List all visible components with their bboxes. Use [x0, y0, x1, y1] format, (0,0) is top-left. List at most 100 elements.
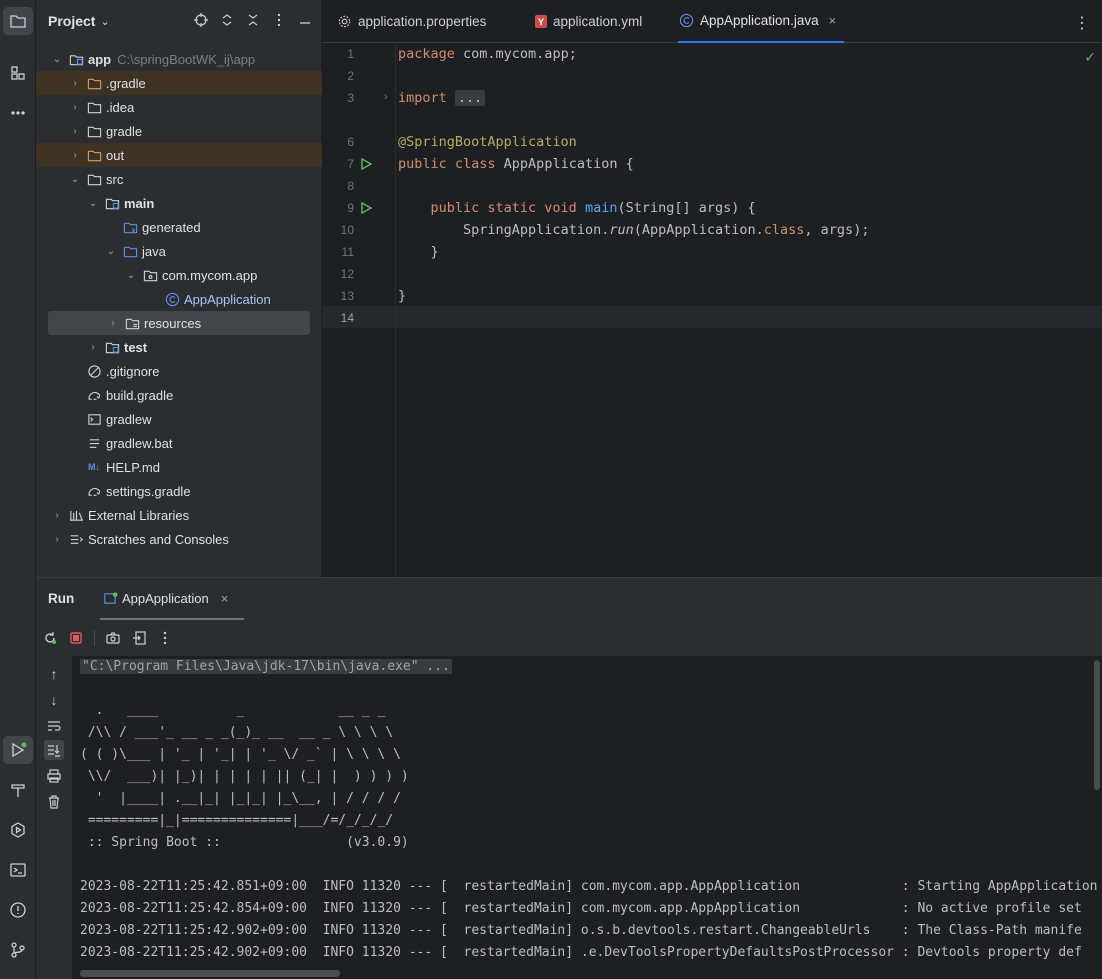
tree-item-gradlew-bat[interactable]: gradlew.bat — [36, 431, 322, 455]
more-tools-icon[interactable] — [3, 99, 33, 127]
more-options-icon[interactable] — [157, 630, 173, 646]
services-tool-icon[interactable] — [3, 816, 33, 844]
git-tool-icon[interactable] — [3, 936, 33, 964]
chevron-right-icon[interactable]: › — [68, 148, 82, 162]
print-icon[interactable] — [44, 766, 64, 786]
tree-item-label: HELP.md — [106, 459, 160, 475]
tree-item-generated[interactable]: generated — [36, 215, 322, 239]
chevron-down-icon[interactable]: ⌄ — [68, 172, 82, 186]
tree-item-settings-gradle[interactable]: settings.gradle — [36, 479, 322, 503]
run-toolbar — [36, 620, 1102, 656]
tree-item-external-libraries[interactable]: › External Libraries — [36, 503, 322, 527]
arrow-down-icon[interactable]: ↓ — [44, 690, 64, 710]
run-config-tab[interactable]: AppApplication × — [100, 578, 244, 620]
code-editor[interactable]: 1 2 3 6 7 8 9 10 11 12 13 14 › ✓ package… — [322, 43, 1102, 577]
console-output[interactable]: "C:\Program Files\Java\jdk-17\bin\java.e… — [80, 656, 1102, 979]
horizontal-scrollbar[interactable] — [80, 970, 340, 977]
arrow-up-icon[interactable]: ↑ — [44, 664, 64, 684]
chevron-right-icon[interactable]: › — [50, 532, 64, 546]
tree-item-gradle-hidden[interactable]: › .gradle — [36, 71, 322, 95]
problems-tool-icon[interactable] — [3, 896, 33, 924]
tree-item-src[interactable]: ⌄ src — [36, 167, 322, 191]
run-tab-label: AppApplication — [122, 590, 209, 606]
tree-item-idea[interactable]: › .idea — [36, 95, 322, 119]
stop-icon[interactable] — [68, 630, 84, 646]
library-icon — [68, 507, 84, 523]
trash-icon[interactable] — [44, 792, 64, 812]
structure-tool-icon[interactable] — [3, 59, 33, 87]
module-folder-icon — [68, 51, 84, 67]
tree-item-scratches[interactable]: › Scratches and Consoles — [36, 527, 322, 551]
folder-icon — [86, 171, 102, 187]
tree-item-package[interactable]: ⌄ com.mycom.app — [36, 263, 322, 287]
toolbar-separator — [94, 630, 95, 646]
tree-item-test[interactable]: › test — [36, 335, 322, 359]
close-icon[interactable]: × — [221, 591, 229, 606]
folder-icon — [86, 99, 102, 115]
tree-item-gradlew[interactable]: gradlew — [36, 407, 322, 431]
console-line: "C:\Program Files\Java\jdk-17\bin\java.e… — [80, 656, 452, 678]
tree-item-help-md[interactable]: M↓ HELP.md — [36, 455, 322, 479]
soft-wrap-icon[interactable] — [44, 716, 64, 736]
more-options-icon[interactable] — [271, 12, 287, 28]
chevron-right-icon[interactable]: › — [68, 76, 82, 90]
chevron-down-icon[interactable]: ⌄ — [104, 244, 118, 258]
camera-icon[interactable] — [105, 630, 121, 646]
tab-appapplication-java[interactable]: AppApplication.java × — [678, 0, 845, 43]
project-panel-title[interactable]: Project — [48, 13, 95, 29]
scroll-to-end-icon[interactable] — [44, 740, 64, 760]
chevron-down-icon[interactable]: ⌄ — [100, 15, 109, 28]
chevron-right-icon[interactable]: › — [106, 316, 120, 330]
run-tool-icon[interactable] — [3, 736, 33, 764]
crosshair-icon[interactable] — [193, 12, 209, 28]
rerun-icon[interactable] — [42, 630, 58, 646]
chevron-right-icon[interactable]: › — [50, 508, 64, 522]
tree-item-resources[interactable]: › resources — [48, 311, 310, 335]
code-line: public class AppApplication { — [398, 153, 634, 175]
fold-expand-icon[interactable]: › — [384, 91, 388, 103]
tree-item-label: build.gradle — [106, 387, 174, 403]
console-line: 2023-08-22T11:25:42.902+09:00 INFO 11320… — [80, 923, 1082, 938]
chevron-down-icon[interactable]: ⌄ — [86, 196, 100, 210]
chevron-right-icon[interactable]: › — [86, 340, 100, 354]
tree-item-main[interactable]: ⌄ main — [36, 191, 322, 215]
tree-item-label: com.mycom.app — [162, 267, 258, 283]
chevron-down-icon[interactable]: ⌄ — [124, 268, 138, 282]
more-tabs-icon[interactable]: ⋮ — [1074, 13, 1090, 33]
tree-item-gitignore[interactable]: .gitignore — [36, 359, 322, 383]
line-number: 9 — [347, 201, 354, 215]
tree-item-java[interactable]: ⌄ java — [36, 239, 322, 263]
exit-icon[interactable] — [131, 630, 147, 646]
tree-item-gradle[interactable]: › gradle — [36, 119, 322, 143]
build-tool-icon[interactable] — [3, 776, 33, 804]
tree-item-app[interactable]: ⌄ app C:\springBootWK_ij\app — [36, 47, 322, 71]
folded-imports[interactable]: ... — [454, 90, 486, 106]
run-gutter-icon[interactable] — [360, 202, 372, 214]
chevron-right-icon[interactable]: › — [68, 124, 82, 138]
tree-item-build-gradle[interactable]: build.gradle — [36, 383, 322, 407]
terminal-tool-icon[interactable] — [3, 856, 33, 884]
tree-item-appapplication[interactable]: AppApplication — [36, 287, 322, 311]
tab-application-properties[interactable]: application.properties — [336, 0, 486, 43]
collapse-all-icon[interactable] — [245, 12, 261, 28]
code-token: AppApplication { — [495, 156, 634, 172]
chevron-right-icon[interactable]: › — [68, 100, 82, 114]
code-token: @SpringBootApplication — [398, 134, 577, 150]
tab-application-yml[interactable]: Y application.yml — [535, 0, 642, 43]
vertical-scrollbar[interactable] — [1094, 660, 1100, 790]
code-token: main — [584, 200, 618, 216]
tree-item-label: gradle — [106, 123, 143, 139]
run-gutter-icon[interactable] — [360, 158, 372, 170]
no-problems-check-icon[interactable]: ✓ — [1084, 49, 1096, 66]
code-token: class — [763, 222, 805, 238]
tree-item-label: resources — [144, 315, 202, 331]
expand-all-icon[interactable] — [219, 12, 235, 28]
close-icon[interactable]: × — [829, 13, 837, 28]
line-number: 1 — [347, 47, 354, 61]
hide-panel-icon[interactable] — [297, 12, 313, 28]
chevron-down-icon[interactable]: ⌄ — [50, 52, 64, 66]
console-line: . ____ _ __ _ _ — [80, 703, 386, 718]
project-tool-icon[interactable] — [3, 7, 33, 35]
tree-item-out[interactable]: › out — [36, 143, 322, 167]
